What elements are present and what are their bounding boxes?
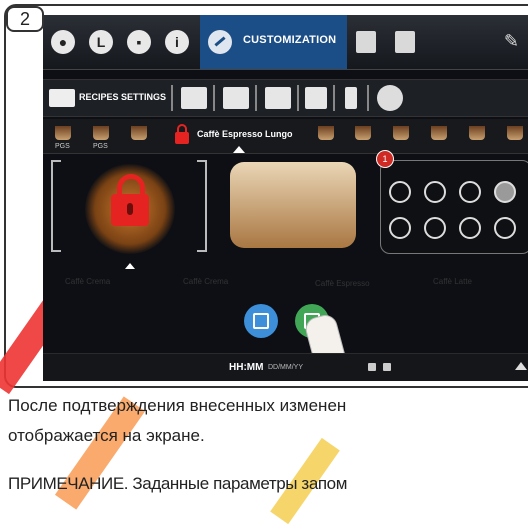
instruction-text-line: отображается на экране. — [8, 426, 205, 445]
top-navigation-bar: ● L ▪ i CUSTOMIZATION ✎ — [43, 15, 528, 70]
settings-toolbar: RECIPES SETTINGS — [43, 79, 528, 117]
divider — [171, 85, 173, 111]
tab-customization-label: CUSTOMIZATION — [243, 34, 337, 46]
key-slot[interactable] — [494, 217, 516, 239]
instruction-text-line: После подтверждения внесенных изменен — [8, 396, 347, 415]
edit-icon — [253, 313, 269, 329]
bottle-icon[interactable] — [345, 87, 357, 109]
note-text-line: ПРИМЕЧАНИЕ. Заданные параметры запом — [8, 474, 348, 493]
recipes-settings-label: RECIPES SETTINGS — [79, 92, 167, 102]
key-slot[interactable] — [424, 181, 446, 203]
info-icon[interactable]: i — [165, 30, 189, 54]
edit-button[interactable] — [244, 304, 278, 338]
beverage-preview-panel[interactable] — [230, 158, 360, 268]
pgs-label: PGS — [55, 143, 70, 150]
key-slot[interactable] — [389, 217, 411, 239]
user-profile-icon[interactable] — [395, 31, 415, 53]
palette-icon[interactable] — [377, 85, 403, 111]
beverage-image — [230, 162, 356, 248]
divider — [367, 85, 369, 111]
wrench-icon[interactable]: ✎ — [504, 31, 519, 52]
recipe-selector-row: PGS PGS Caffè Espresso Lungo — [43, 119, 528, 154]
selection-caret-icon — [233, 146, 245, 153]
machine-icon — [383, 363, 391, 371]
lock-panel[interactable] — [51, 158, 207, 269]
timer-icon[interactable] — [265, 87, 291, 109]
recipe-cup-icon[interactable] — [93, 126, 109, 140]
faded-recipe-label: Caffè Crema — [65, 277, 111, 286]
clock-time: HH:MM — [229, 362, 264, 373]
recipe-cup-icon[interactable] — [131, 126, 147, 140]
document-icon[interactable] — [356, 31, 376, 53]
recipe-cup-icon[interactable] — [507, 126, 523, 140]
notification-badge: 1 — [376, 150, 394, 168]
step-number: 2 — [6, 6, 44, 32]
key-slot[interactable] — [389, 181, 411, 203]
recipe-book-icon[interactable] — [181, 87, 207, 109]
recipe-cup-icon[interactable] — [393, 126, 409, 140]
recipe-cup-icon[interactable] — [55, 126, 71, 140]
pgs-label: PGS — [93, 143, 108, 150]
bracket-right — [197, 160, 207, 252]
divider — [297, 85, 299, 111]
divider — [213, 85, 215, 111]
key-grid — [380, 160, 528, 254]
machine-screen: ● L ▪ i CUSTOMIZATION ✎ RECIPES SETTINGS… — [43, 15, 528, 381]
caret-up-icon — [125, 263, 135, 269]
divider — [255, 85, 257, 111]
key-slot[interactable] — [459, 181, 481, 203]
faded-recipe-label: Caffè Crema — [183, 277, 229, 286]
volume-icon — [368, 363, 376, 371]
recipe-cup-icon[interactable] — [431, 126, 447, 140]
image-frame-icon[interactable] — [223, 87, 249, 109]
recipe-cup-icon[interactable] — [355, 126, 371, 140]
divider — [333, 85, 335, 111]
water-drop-icon[interactable]: ● — [51, 30, 75, 54]
lock-icon — [175, 124, 189, 144]
bracket-left — [51, 160, 61, 252]
scroll-up-icon[interactable] — [515, 362, 527, 370]
customization-icon — [208, 30, 232, 54]
clock-date: DD/MM/YY — [268, 364, 303, 371]
speaker-icon[interactable] — [305, 87, 327, 109]
recipe-cup-icon[interactable] — [469, 126, 485, 140]
key-slot[interactable] — [424, 217, 446, 239]
selected-recipe-label[interactable]: Caffè Espresso Lungo — [197, 129, 293, 139]
recipe-book-icon[interactable] — [49, 89, 75, 107]
padlock-icon[interactable] — [111, 174, 149, 226]
key-slot[interactable] — [459, 217, 481, 239]
faded-recipe-label: Caffè Espresso — [315, 279, 370, 288]
key-slot-selected[interactable] — [494, 181, 516, 203]
clock-icon[interactable]: L — [89, 30, 113, 54]
flag-icon[interactable]: ▪ — [127, 30, 151, 54]
status-bar: HH:MM DD/MM/YY — [43, 353, 528, 381]
faded-recipe-label: Caffè Latte — [433, 277, 472, 286]
key-assignment-panel[interactable]: 1 — [376, 150, 528, 268]
recipe-cup-icon[interactable] — [318, 126, 334, 140]
